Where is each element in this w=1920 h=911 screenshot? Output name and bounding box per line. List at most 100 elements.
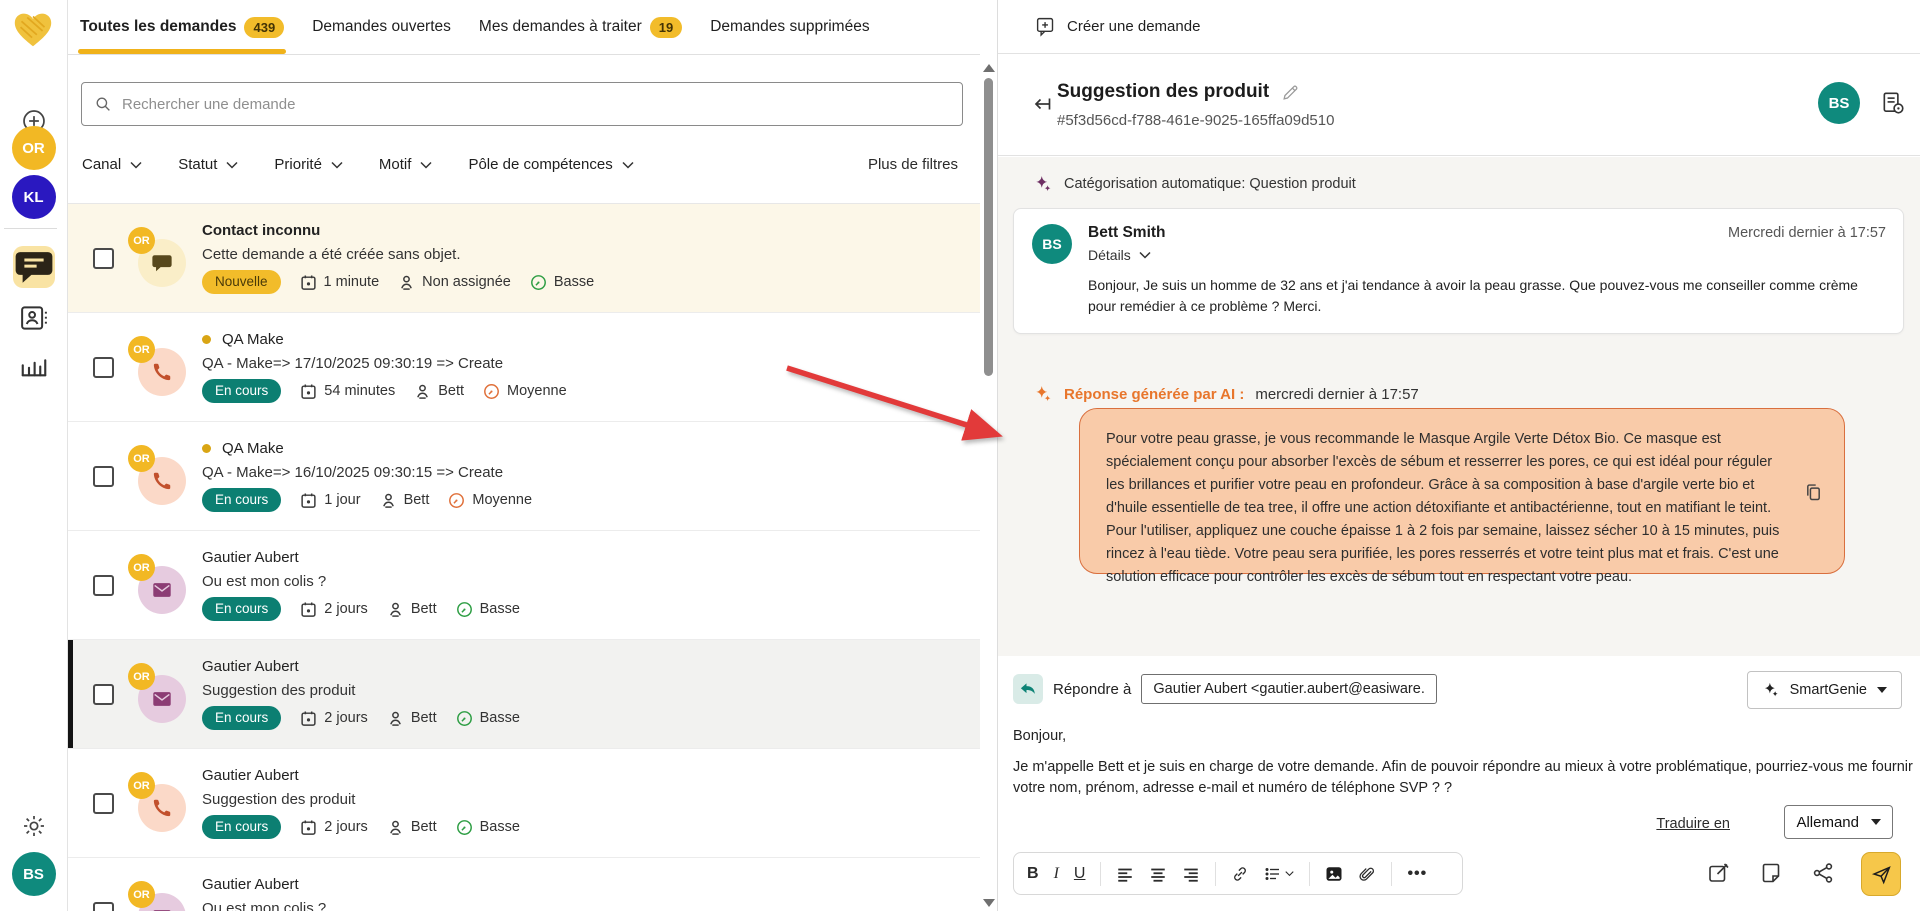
request-row[interactable]: OR Contact inconnu Cette demande a été c… (68, 204, 980, 313)
row-avatar: OR (128, 881, 194, 911)
smartgenie-button[interactable]: SmartGenie (1747, 671, 1902, 709)
reply-composer: Répondre à SmartGenie Bonjour, Je m'appe… (998, 656, 1920, 911)
tab-count-badge: 19 (650, 17, 682, 38)
tab-mes-demandes[interactable]: Mes demandes à traiter 19 (477, 0, 684, 54)
person-icon (398, 274, 415, 291)
more-filters-button[interactable]: Plus de filtres (868, 156, 958, 173)
request-row[interactable]: OR Gautier Aubert Ou est mon colis ? En … (68, 858, 980, 911)
user-avatar[interactable]: BS (12, 852, 56, 896)
more-options-button[interactable]: ••• (1407, 865, 1427, 883)
request-row[interactable]: OR Gautier Aubert Suggestion des produit… (68, 749, 980, 858)
person-icon (387, 819, 404, 836)
settings-gear-icon[interactable] (21, 813, 47, 839)
nav-analytics-icon[interactable] (19, 349, 49, 379)
reply-to-label: Répondre à (1053, 681, 1131, 698)
italic-button[interactable]: I (1054, 865, 1059, 883)
insert-image-button[interactable] (1325, 865, 1343, 883)
filter-motif[interactable]: Motif (379, 156, 433, 173)
translate-language-select[interactable]: Allemand (1784, 805, 1893, 839)
attach-file-button[interactable] (1358, 865, 1376, 883)
priority-gauge-icon (448, 492, 465, 509)
person-icon (387, 710, 404, 727)
nav-contacts-icon[interactable] (19, 303, 49, 333)
row-avatar: OR (128, 336, 194, 398)
list-style-button[interactable] (1264, 865, 1294, 883)
row-contact-name: QA Make (202, 331, 567, 348)
ticket-detail-panel: Créer une demande Suggestion des produit… (997, 0, 1920, 911)
workspace-avatar-kl[interactable]: KL (12, 175, 56, 219)
internal-note-icon[interactable] (1759, 861, 1783, 885)
contact-initials-badge: OR (128, 881, 155, 908)
copy-icon[interactable] (1803, 482, 1824, 503)
priority-gauge-icon (456, 601, 473, 618)
align-center-button[interactable] (1149, 865, 1167, 883)
scrollbar-down-arrow[interactable] (983, 899, 995, 907)
request-row[interactable]: OR Gautier Aubert Suggestion des produit… (68, 640, 980, 749)
calendar-icon (300, 710, 317, 727)
translate-link[interactable]: Traduire en (1656, 816, 1730, 832)
row-text: QA Make QA - Make=> 16/10/2025 09:30:15 … (202, 440, 532, 512)
row-duration: 2 jours (300, 601, 368, 618)
row-checkbox[interactable] (93, 248, 114, 269)
message-details-toggle[interactable]: Détails (1088, 247, 1151, 263)
row-checkbox[interactable] (93, 902, 114, 911)
row-checkbox[interactable] (93, 357, 114, 378)
row-checkbox[interactable] (93, 684, 114, 705)
send-paper-plane-icon (1871, 864, 1892, 885)
row-duration: 1 minute (300, 274, 380, 291)
share-icon[interactable] (1811, 861, 1835, 885)
request-row[interactable]: OR QA Make QA - Make=> 17/10/2025 09:30:… (68, 313, 980, 422)
workspace-avatar-or[interactable]: OR (12, 126, 56, 170)
bold-button[interactable]: B (1027, 865, 1039, 883)
chevron-down-icon (226, 161, 238, 169)
row-priority: Basse (456, 601, 520, 618)
tab-label: Demandes supprimées (710, 18, 869, 36)
edit-title-pencil-icon[interactable] (1281, 83, 1300, 102)
row-priority: Basse (456, 819, 520, 836)
create-request-button[interactable]: Créer une demande (1035, 16, 1200, 37)
filter-pole-de-competences[interactable]: Pôle de compétences (468, 156, 633, 173)
back-arrow-icon[interactable] (1029, 92, 1053, 116)
unread-dot (202, 444, 211, 453)
reply-recipient-field[interactable] (1141, 674, 1437, 704)
filter-priorite[interactable]: Priorité (274, 156, 343, 173)
row-assignee: Bett (380, 492, 430, 509)
translate-language-value: Allemand (1796, 814, 1859, 831)
reply-body-text[interactable]: Je m'appelle Bett et je suis en charge d… (1013, 757, 1919, 799)
row-checkbox[interactable] (93, 575, 114, 596)
reply-greeting[interactable]: Bonjour, (1013, 728, 1066, 744)
tab-label: Mes demandes à traiter (479, 18, 642, 36)
assignee-avatar[interactable]: BS (1818, 82, 1860, 124)
filter-canal[interactable]: Canal (82, 156, 142, 173)
toolbar-divider (1391, 862, 1392, 886)
align-right-button[interactable] (1182, 865, 1200, 883)
chevron-down-icon (622, 161, 634, 169)
row-avatar: OR (128, 227, 194, 289)
search-row (68, 55, 980, 126)
tab-demandes-supprimees[interactable]: Demandes supprimées (708, 0, 871, 54)
nav-requests-chat-icon[interactable] (13, 246, 55, 288)
search-box[interactable] (81, 82, 963, 126)
row-subject: QA - Make=> 17/10/2025 09:30:19 => Creat… (202, 355, 567, 372)
row-subject: Suggestion des produit (202, 682, 520, 699)
request-row[interactable]: OR QA Make QA - Make=> 16/10/2025 09:30:… (68, 422, 980, 531)
create-request-icon (1035, 16, 1056, 37)
list-scrollbar[interactable] (980, 56, 997, 911)
request-row[interactable]: OR Gautier Aubert Ou est mon colis ? En … (68, 531, 980, 640)
align-left-button[interactable] (1116, 865, 1134, 883)
phone-channel-icon (151, 470, 173, 492)
row-checkbox[interactable] (93, 793, 114, 814)
status-badge: En cours (202, 488, 281, 512)
insert-link-button[interactable] (1231, 865, 1249, 883)
compose-note-icon[interactable] (1707, 861, 1731, 885)
underline-button[interactable]: U (1074, 865, 1086, 883)
scrollbar-up-arrow[interactable] (983, 64, 995, 72)
row-checkbox[interactable] (93, 466, 114, 487)
tab-demandes-ouvertes[interactable]: Demandes ouvertes (310, 0, 453, 54)
ticket-history-icon[interactable] (1880, 90, 1906, 116)
search-input[interactable] (122, 96, 950, 113)
send-button[interactable] (1861, 852, 1901, 896)
scrollbar-thumb[interactable] (984, 78, 993, 376)
filter-statut[interactable]: Statut (178, 156, 238, 173)
tab-toutes-les-demandes[interactable]: Toutes les demandes 439 (78, 0, 286, 54)
